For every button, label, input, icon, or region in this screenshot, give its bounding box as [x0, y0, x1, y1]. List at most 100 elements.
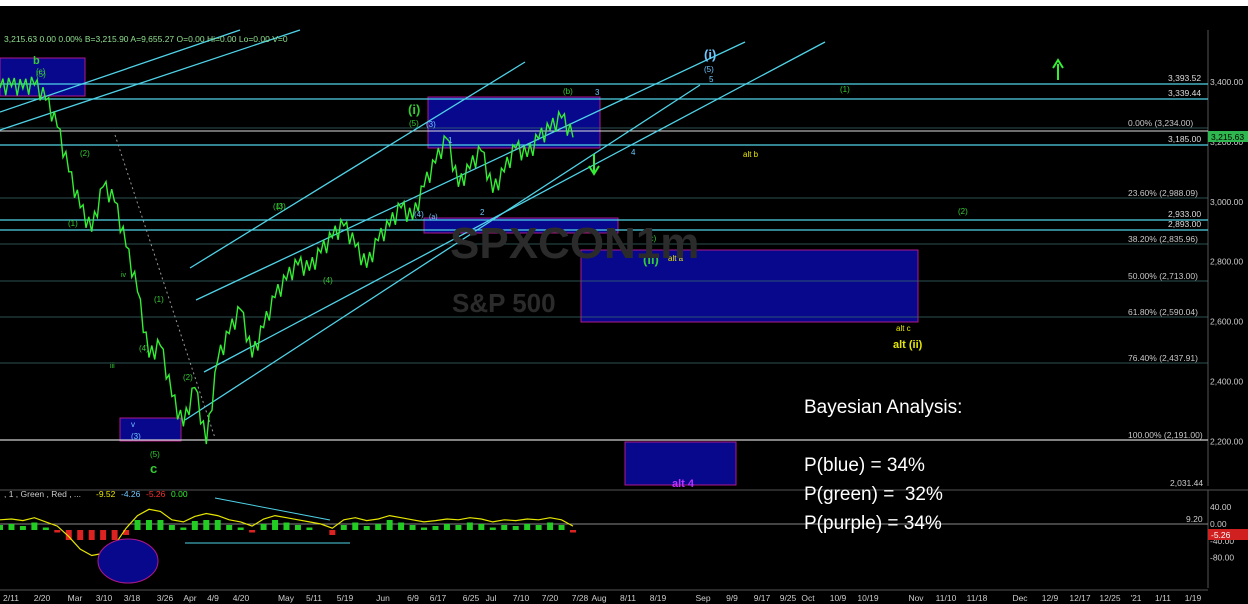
x-tick-label: May: [278, 593, 295, 603]
oscillator-readout: -5.26: [146, 489, 166, 499]
wave-label: (4): [139, 344, 149, 353]
watermark-symbol: SPXCON1m: [450, 219, 699, 268]
x-tick-label: 4/20: [233, 593, 250, 603]
x-tick-label: 6/9: [407, 593, 419, 603]
wave-label: (5): [704, 65, 714, 74]
oscillator-bar: [329, 530, 336, 535]
level-label: 3,339.44: [1168, 88, 1201, 98]
wave-label: v: [131, 420, 135, 429]
oscillator-bar: [111, 530, 118, 540]
wave-label: (1): [68, 219, 78, 228]
oscillator-bar: [77, 530, 84, 540]
x-tick-label: Jul: [486, 593, 497, 603]
bayes-title: Bayesian Analysis:: [804, 397, 963, 418]
current-price-label: 3,215.63: [1211, 132, 1244, 142]
x-tick-label: Jun: [376, 593, 390, 603]
wave-label: 2: [480, 208, 485, 217]
wave-label: (c): [36, 67, 46, 76]
wave-label: (1): [154, 295, 164, 304]
wave-label: (3): [276, 202, 286, 211]
oscillator-bar: [294, 525, 301, 530]
x-tick-label: 8/19: [650, 593, 667, 603]
x-tick-label: 6/17: [430, 593, 447, 603]
wave-label: (4): [414, 210, 424, 219]
x-tick-label: 11/18: [967, 593, 988, 603]
fib-label: 50.00% (2,713.00): [1128, 271, 1198, 281]
oscillator-bar: [283, 522, 290, 530]
oscillator-bar: [409, 525, 416, 530]
x-tick-label: 4/9: [207, 593, 219, 603]
oscillator-y-tick: -80.00: [1210, 553, 1234, 563]
oscillator-bar: [455, 525, 462, 530]
oscillator-bg: [0, 490, 1248, 588]
oscillator-bar: [19, 526, 26, 530]
oscillator-highlight: [97, 538, 159, 584]
oscillator-bar: [443, 524, 450, 530]
oscillator-bar: [547, 522, 554, 530]
fib-label: 0.00% (3,234.00): [1128, 118, 1193, 128]
fib-label: 38.20% (2,835.96): [1128, 234, 1198, 244]
watermark-name: S&P 500: [452, 288, 556, 318]
oscillator-level-label: 9.20: [1186, 514, 1203, 524]
oscillator-legend: , 1 , Green , Red , ...: [4, 489, 81, 499]
y-tick-label: 3,000.00: [1210, 197, 1243, 207]
oscillator-bar: [157, 520, 164, 530]
chart-canvas[interactable]: 3,400.003,200.003,000.002,800.002,600.00…: [0, 0, 1248, 604]
wave-label: (2): [958, 207, 968, 216]
x-tick-label: Nov: [908, 593, 924, 603]
wave-label: 5: [709, 75, 714, 84]
fib-label: 76.40% (2,437.91): [1128, 353, 1198, 363]
wave-label: alt c: [896, 324, 911, 333]
x-tick-label: 3/26: [157, 593, 174, 603]
level-label: 3,185.00: [1168, 134, 1201, 144]
x-tick-label: Oct: [801, 593, 815, 603]
y-tick-label: 2,400.00: [1210, 377, 1243, 387]
x-tick-label: 1/11: [1155, 593, 1171, 603]
x-tick-label: Aug: [591, 593, 606, 603]
level-label: 3,393.52: [1168, 73, 1201, 83]
wave-label: (b): [563, 87, 573, 96]
oscillator-y-tick: 0.00: [1210, 519, 1227, 529]
x-tick-label: 10/9: [830, 593, 847, 603]
x-tick-label: 12/17: [1069, 593, 1091, 603]
oscillator-bar: [398, 522, 405, 530]
x-tick-label: '21: [1130, 593, 1141, 603]
oscillator-bar: [558, 525, 565, 530]
x-tick-label: 6/25: [463, 593, 480, 603]
wave-label: 1: [448, 136, 453, 145]
oscillator-bar: [432, 526, 439, 530]
oscillator-bar: [203, 520, 210, 530]
wave-label: alt b: [743, 150, 759, 159]
x-tick-label: 9/25: [780, 593, 797, 603]
target-box: [119, 417, 182, 442]
fib-label: 23.60% (2,988.09): [1128, 188, 1198, 198]
oscillator-bar: [363, 526, 370, 530]
y-tick-label: 2,200.00: [1210, 436, 1243, 446]
x-tick-label: 8/11: [620, 593, 636, 603]
x-tick-label: 1/19: [1185, 593, 1202, 603]
oscillator-bar: [306, 527, 313, 530]
x-axis: 2/11 2/20 Mar 3/10 3/18 3/26 Apr 4/9 4/20 May 5/11…: [0, 589, 1208, 603]
x-tick-label: 7/10: [513, 593, 530, 603]
oscillator-bar: [145, 520, 152, 530]
oscillator-bar: [535, 525, 542, 530]
oscillator-bar: [570, 530, 576, 533]
x-tick-label: 12/25: [1099, 593, 1121, 603]
oscillator-bar: [54, 530, 61, 533]
oscillator-bar: [352, 522, 359, 530]
wave-label: alt (ii): [893, 339, 923, 351]
oscillator-bar: [501, 525, 508, 530]
wave-label: (2): [80, 149, 90, 158]
level-label: 2,893.00: [1168, 219, 1201, 229]
fib-label: 100.00% (2,191.00): [1128, 430, 1203, 440]
oscillator-bar: [134, 520, 141, 530]
wave-label: iv: [121, 272, 127, 279]
y-tick-label: 2,600.00: [1210, 317, 1243, 327]
oscillator-y-tick: 40.00: [1210, 502, 1232, 512]
x-tick-label: 3/18: [124, 593, 141, 603]
wave-label: (5): [150, 450, 160, 459]
oscillator-bar: [237, 527, 244, 530]
x-tick-label: 7/20: [542, 593, 559, 603]
x-tick-label: 9/9: [726, 593, 738, 603]
oscillator-bar: [42, 527, 49, 530]
